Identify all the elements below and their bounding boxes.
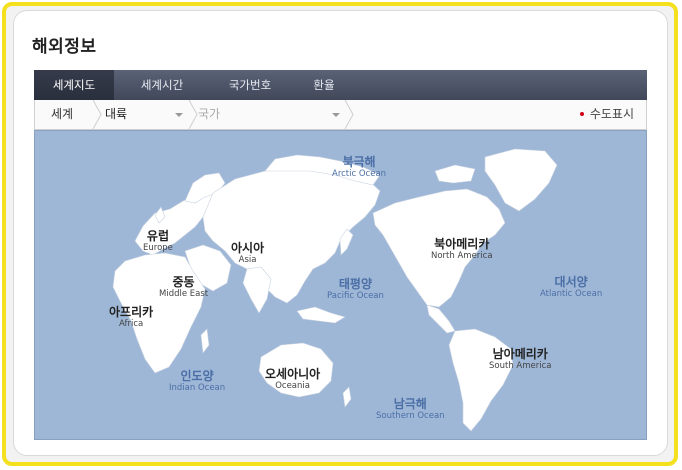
tab-country-code[interactable]: 국가번호: [210, 70, 290, 100]
new-zealand-landmass: [342, 386, 352, 408]
map-label-southern-ocean[interactable]: 남극해 Southern Ocean: [376, 397, 445, 422]
tab-world-map[interactable]: 세계지도: [34, 70, 114, 100]
arctic-islands-landmass: [434, 164, 476, 184]
capital-toggle[interactable]: 수도표시: [579, 100, 634, 129]
capital-dot-icon: [579, 111, 584, 116]
world-map[interactable]: 유럽 Europe 아시아 Asia 중동 Middle East 아프리카 A…: [34, 130, 647, 440]
southeast-asia-islands: [296, 306, 346, 324]
map-label-south-america[interactable]: 남아메리카 South America: [489, 347, 551, 372]
madagascar-landmass: [200, 328, 210, 354]
map-label-atlantic-ocean[interactable]: 대서양 Atlantic Ocean: [540, 275, 602, 300]
map-label-oceania[interactable]: 오세아니아 Oceania: [265, 367, 320, 392]
map-label-middle-east[interactable]: 중동 Middle East: [159, 275, 208, 300]
india-landmass: [242, 266, 272, 314]
country-select-value: 국가: [198, 107, 221, 121]
tab-bar: 세계지도 세계시간 국가번호 환율: [34, 70, 647, 100]
map-label-africa[interactable]: 아프리카 Africa: [109, 305, 153, 330]
map-label-pacific-ocean[interactable]: 태평양 Pacific Ocean: [327, 277, 384, 302]
tab-exchange-rate[interactable]: 환율: [290, 70, 358, 100]
continent-select-value: 대륙: [105, 107, 128, 121]
breadcrumb-world[interactable]: 세계: [51, 100, 73, 129]
filter-bar: 세계 대륙 국가 수도표시: [34, 100, 647, 130]
map-label-indian-ocean[interactable]: 인도양 Indian Ocean: [169, 369, 225, 394]
greenland-landmass: [484, 148, 558, 212]
capital-toggle-label: 수도표시: [589, 107, 634, 121]
tab-world-time[interactable]: 세계시간: [114, 70, 210, 100]
map-label-north-america[interactable]: 북아메리카 North America: [431, 237, 493, 262]
south-america-landmass: [448, 328, 514, 432]
map-label-europe[interactable]: 유럽 Europe: [143, 229, 173, 254]
map-label-asia[interactable]: 아시아 Asia: [231, 241, 264, 266]
continent-select[interactable]: 대륙: [105, 100, 191, 129]
map-label-arctic-ocean[interactable]: 북극해 Arctic Ocean: [332, 155, 386, 180]
breadcrumb-separator-icon: [92, 100, 102, 129]
country-select[interactable]: 국가: [198, 100, 348, 129]
chevron-down-icon: [332, 113, 340, 117]
breadcrumb-separator-icon: [344, 100, 354, 129]
section-title: 해외정보: [32, 37, 97, 57]
central-america-landmass: [426, 304, 456, 334]
chevron-down-icon: [175, 113, 183, 117]
